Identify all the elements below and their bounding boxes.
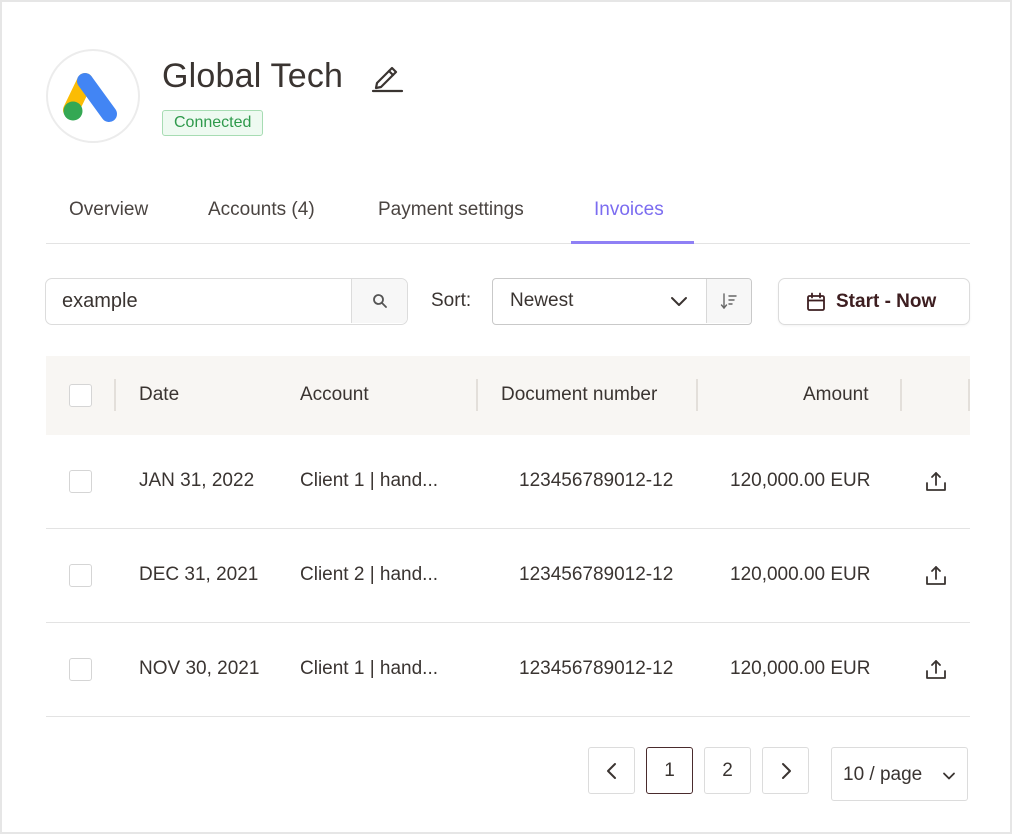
- edit-icon[interactable]: [370, 59, 404, 93]
- previous-page-button[interactable]: [588, 747, 635, 794]
- cell-amount: 120,000.00 EUR: [730, 470, 871, 491]
- cell-account: Client 1 | hand...: [300, 658, 439, 679]
- tab-bar: Overview Accounts (4) Payment settings I…: [46, 190, 970, 244]
- cell-document-number: 123456789012-12: [519, 470, 674, 491]
- invoices-panel: Global Tech Connected Overview Accounts …: [0, 0, 1012, 834]
- select-all-checkbox[interactable]: [69, 384, 92, 407]
- search-box: [45, 278, 408, 325]
- column-divider: [476, 379, 478, 411]
- sort-label: Sort:: [431, 290, 472, 311]
- sort-direction-button[interactable]: [706, 279, 751, 323]
- chevron-down-icon: [943, 772, 955, 780]
- cell-date: NOV 30, 2021: [139, 658, 260, 679]
- tab-payment-settings[interactable]: Payment settings: [378, 190, 524, 244]
- upload-icon[interactable]: [924, 470, 948, 494]
- tab-invoices[interactable]: Invoices: [594, 190, 664, 244]
- sort-order-icon: [720, 293, 737, 310]
- chevron-right-icon: [781, 762, 791, 779]
- cell-date: JAN 31, 2022: [139, 470, 255, 491]
- cell-amount: 120,000.00 EUR: [730, 564, 871, 585]
- column-divider: [900, 379, 902, 411]
- page-title: Global Tech: [162, 57, 344, 95]
- column-divider: [114, 379, 116, 411]
- table-row: DEC 31, 2021 Client 2 | hand... 12345678…: [46, 529, 970, 623]
- table-row: NOV 30, 2021 Client 1 | hand... 12345678…: [46, 623, 970, 717]
- page-size-value: 10 / page: [843, 764, 923, 785]
- chevron-left-icon: [606, 762, 616, 779]
- tab-overview[interactable]: Overview: [69, 190, 148, 244]
- date-range-button[interactable]: Start - Now: [778, 278, 970, 325]
- column-header-account[interactable]: Account: [300, 384, 369, 406]
- date-range-label: Start - Now: [836, 291, 937, 312]
- table-header: Date Account Document number Amount: [46, 356, 970, 435]
- column-divider: [696, 379, 698, 411]
- column-header-amount[interactable]: Amount: [803, 384, 868, 406]
- cell-account: Client 1 | hand...: [300, 470, 439, 491]
- chevron-down-icon[interactable]: [669, 292, 689, 312]
- sort-value[interactable]: Newest: [510, 290, 573, 312]
- calendar-icon: [807, 292, 825, 311]
- search-button[interactable]: [351, 279, 407, 323]
- sort-select[interactable]: Newest: [492, 278, 752, 325]
- row-checkbox[interactable]: [69, 470, 92, 493]
- status-badge: Connected: [162, 110, 264, 136]
- cell-date: DEC 31, 2021: [139, 564, 259, 585]
- column-header-date[interactable]: Date: [139, 384, 179, 406]
- google-ads-logo-icon: [46, 49, 140, 143]
- tab-accounts[interactable]: Accounts (4): [208, 190, 315, 244]
- cell-document-number: 123456789012-12: [519, 658, 674, 679]
- active-tab-indicator: [571, 241, 694, 244]
- table-row: JAN 31, 2022 Client 1 | hand... 12345678…: [46, 435, 970, 529]
- page-size-select[interactable]: 10 / page: [831, 747, 968, 801]
- search-icon: [372, 294, 387, 308]
- cell-document-number: 123456789012-12: [519, 564, 674, 585]
- upload-icon[interactable]: [924, 658, 948, 682]
- column-divider: [968, 379, 970, 411]
- page-button-1[interactable]: 1: [646, 747, 693, 794]
- search-input[interactable]: [46, 279, 352, 323]
- cell-amount: 120,000.00 EUR: [730, 658, 871, 679]
- next-page-button[interactable]: [762, 747, 809, 794]
- upload-icon[interactable]: [924, 564, 948, 588]
- row-checkbox[interactable]: [69, 658, 92, 681]
- page-button-2[interactable]: 2: [704, 747, 751, 794]
- cell-account: Client 2 | hand...: [300, 564, 439, 585]
- row-checkbox[interactable]: [69, 564, 92, 587]
- column-header-document-number[interactable]: Document number: [501, 384, 657, 406]
